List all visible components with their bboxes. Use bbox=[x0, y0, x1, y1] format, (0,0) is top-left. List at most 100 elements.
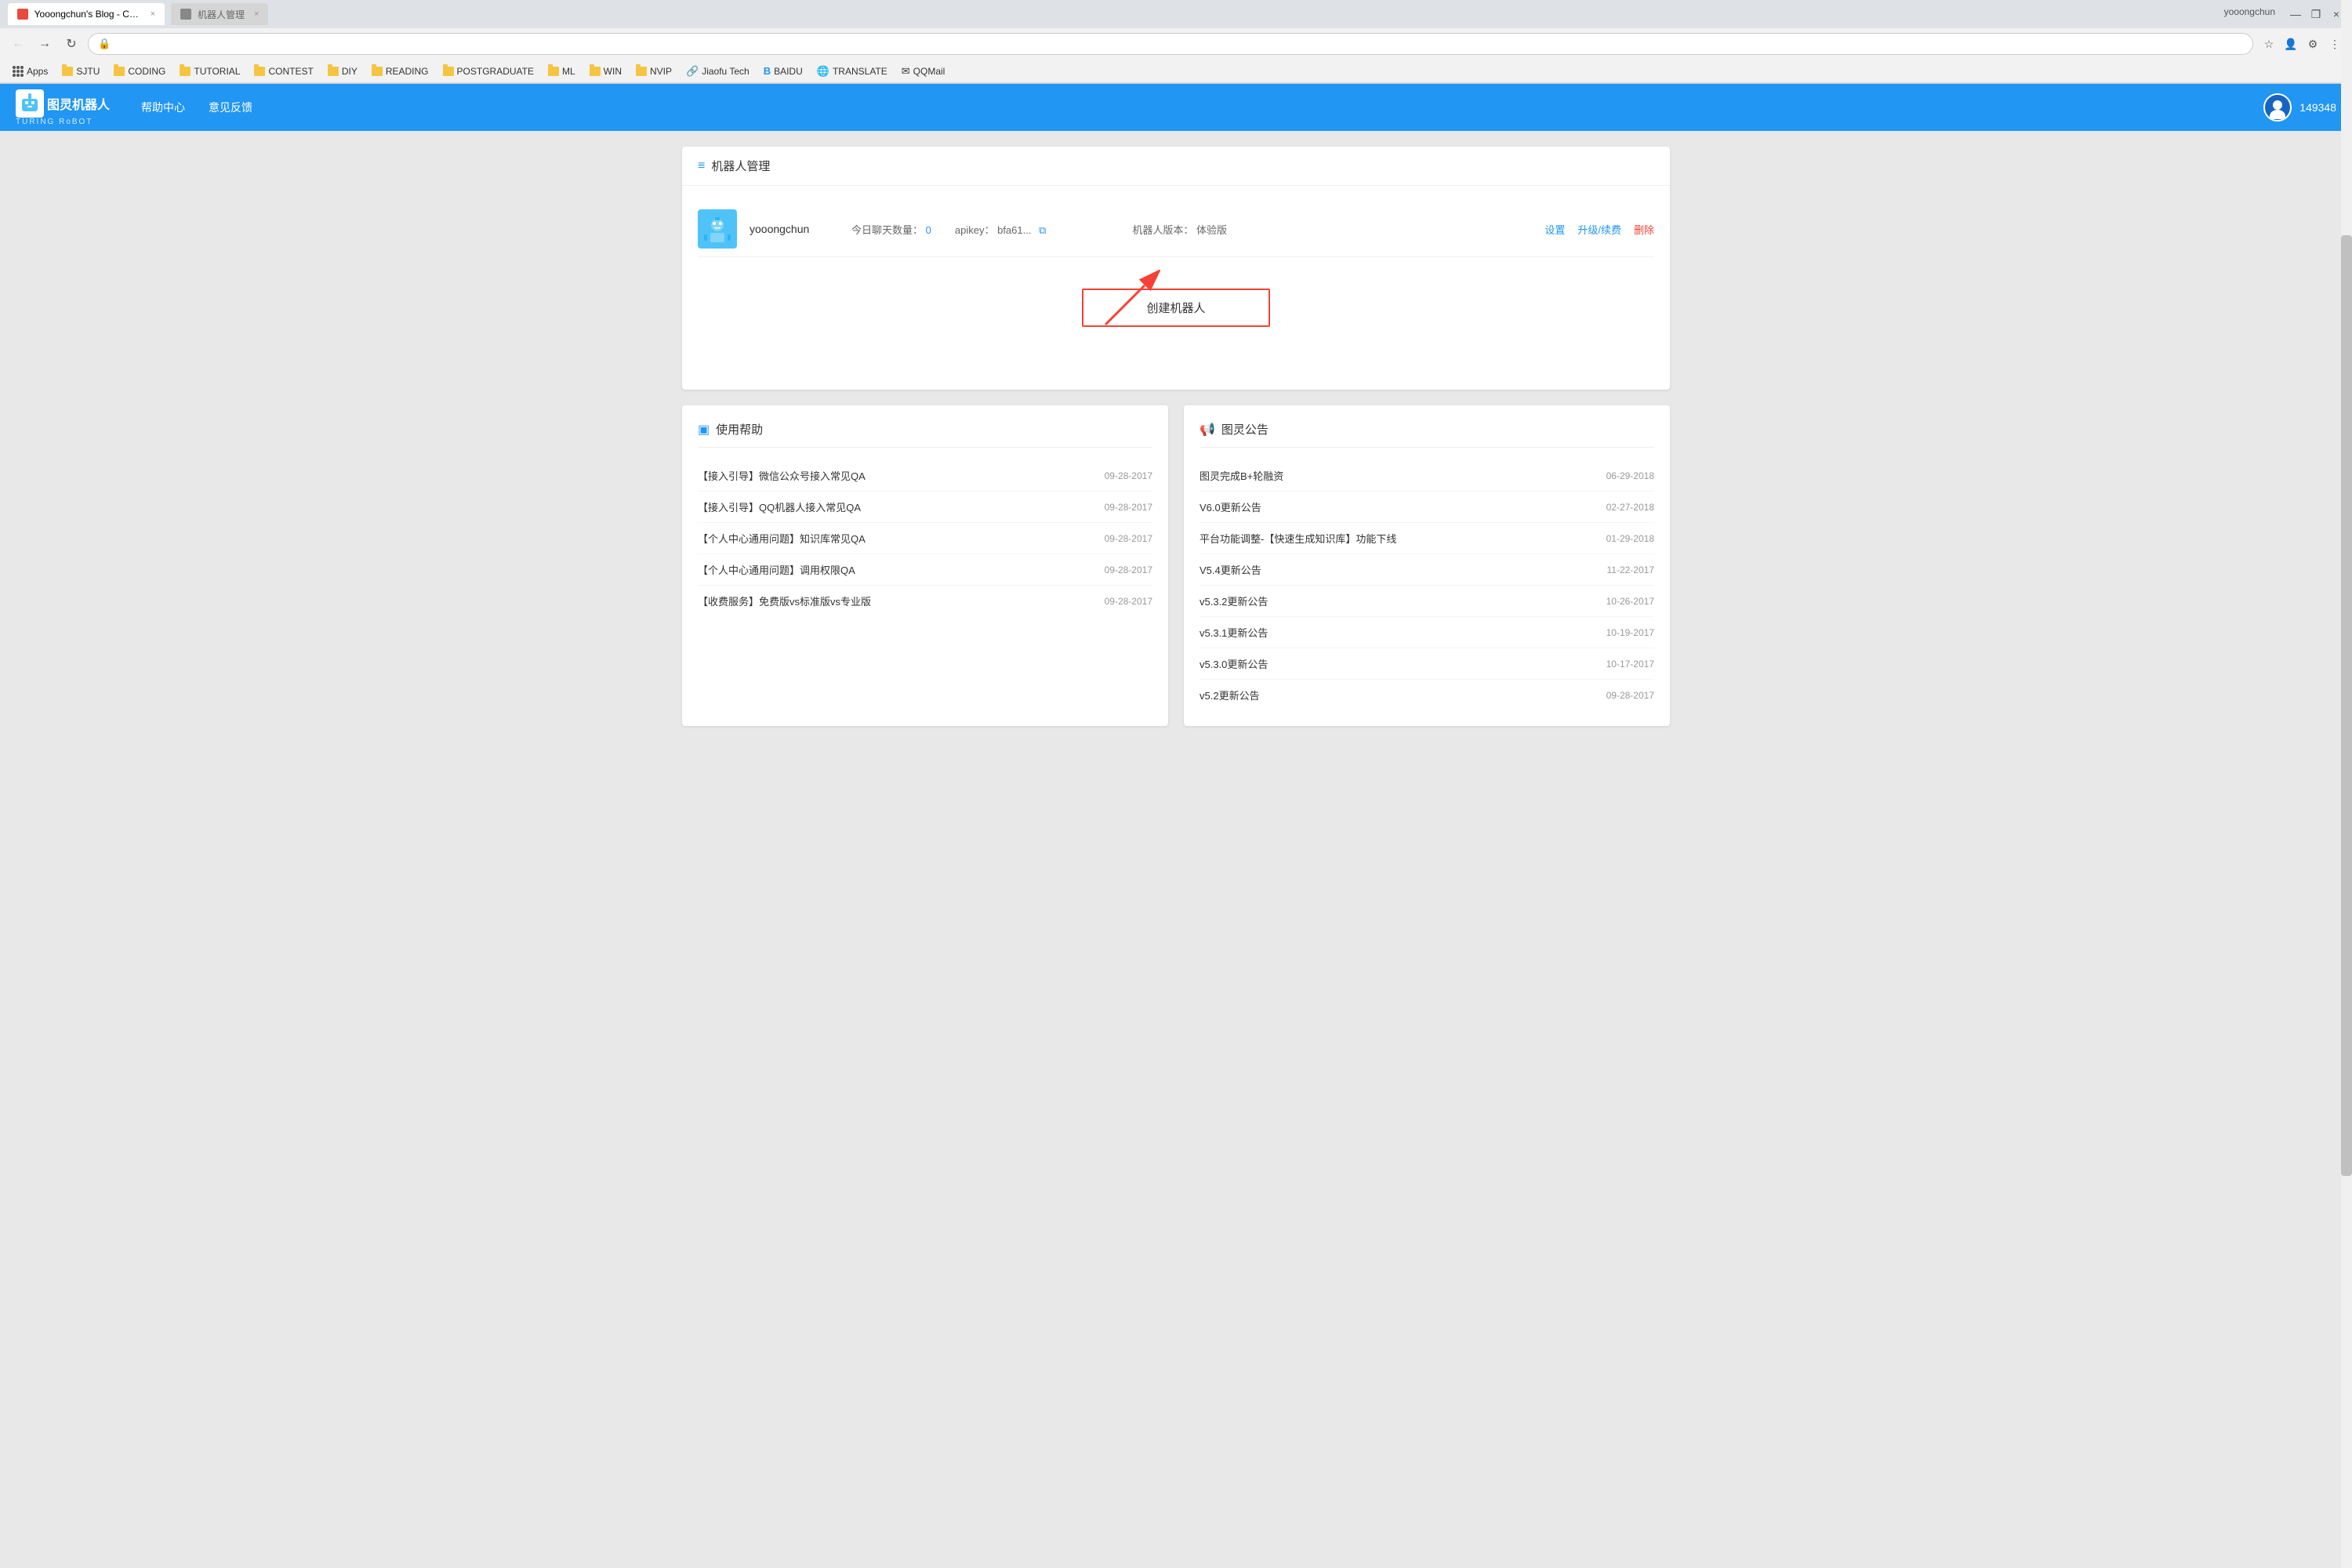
bookmark-win[interactable]: WIN bbox=[583, 64, 628, 78]
folder-icon bbox=[62, 67, 73, 76]
news-title: v5.3.1更新公告 bbox=[1200, 625, 1594, 640]
help-panel-icon: ▣ bbox=[698, 422, 710, 437]
extensions-icon[interactable]: ⚙ bbox=[2303, 34, 2322, 53]
bookmark-ml-label: ML bbox=[562, 66, 575, 77]
news-title: 【接入引导】QQ机器人接入常见QA bbox=[698, 499, 1092, 514]
minimize-button[interactable]: — bbox=[2288, 6, 2303, 22]
folder-icon-4 bbox=[254, 67, 265, 76]
reload-button[interactable]: ↻ bbox=[61, 34, 82, 54]
bookmark-tutorial[interactable]: TUTORIAL bbox=[173, 64, 246, 78]
bookmark-contest[interactable]: CONTEST bbox=[248, 64, 319, 78]
url-input[interactable]: www.tuling123.com/member/robot/index.jht… bbox=[115, 38, 2243, 50]
browser-toolbar: ← → ↻ 🔒 www.tuling123.com/member/robot/i… bbox=[0, 28, 2352, 60]
bookmark-qqmail[interactable]: ✉ QQMail bbox=[895, 64, 952, 79]
bookmark-nvip-label: NVIP bbox=[650, 66, 672, 77]
list-item[interactable]: v5.2更新公告 09-28-2017 bbox=[1200, 680, 1654, 710]
list-item[interactable]: 平台功能调整-【快速生成知识库】功能下线 01-29-2018 bbox=[1200, 523, 1654, 554]
announcement-panel-title: 图灵公告 bbox=[1221, 421, 1269, 437]
nav-feedback[interactable]: 意见反馈 bbox=[209, 100, 252, 115]
list-item[interactable]: 【接入引导】微信公众号接入常见QA 09-28-2017 bbox=[698, 460, 1152, 492]
bookmark-postgraduate-label: POSTGRADUATE bbox=[457, 66, 534, 77]
nav-help[interactable]: 帮助中心 bbox=[141, 100, 185, 115]
logo-icon bbox=[16, 89, 44, 118]
logo-text: 图灵机器人 bbox=[47, 94, 110, 113]
bookmark-sjtu[interactable]: SJTU bbox=[56, 64, 106, 78]
help-panel-title: 使用帮助 bbox=[716, 421, 763, 437]
robot-svg-icon bbox=[17, 91, 42, 116]
tab-close-button-2[interactable]: × bbox=[254, 9, 259, 19]
bookmark-apps[interactable]: Apps bbox=[6, 64, 54, 78]
bookmark-postgraduate[interactable]: POSTGRADUATE bbox=[437, 64, 540, 78]
logo-sub: TURING RoBOT bbox=[16, 118, 93, 126]
inactive-tab[interactable]: 机器人管理 × bbox=[171, 3, 268, 25]
address-bar[interactable]: 🔒 www.tuling123.com/member/robot/index.j… bbox=[88, 33, 2253, 55]
list-item[interactable]: v5.3.2更新公告 10-26-2017 bbox=[1200, 586, 1654, 617]
news-date: 02-27-2018 bbox=[1606, 502, 1654, 513]
bookmark-nvip[interactable]: NVIP bbox=[630, 64, 678, 78]
panel-header-icon: ≡ bbox=[698, 159, 705, 173]
star-icon[interactable]: ☆ bbox=[2259, 34, 2278, 53]
settings-link[interactable]: 设置 bbox=[1544, 222, 1565, 237]
folder-icon-8 bbox=[548, 67, 559, 76]
news-title: 【个人中心通用问题】知识库常见QA bbox=[698, 531, 1092, 546]
active-tab[interactable]: Yooongchun's Blog - CS... × bbox=[8, 3, 165, 25]
site-logo: 图灵机器人 TURING RoBOT bbox=[16, 89, 110, 126]
news-date: 10-19-2017 bbox=[1606, 627, 1654, 638]
news-title: 【接入引导】微信公众号接入常见QA bbox=[698, 468, 1092, 483]
news-date: 11-22-2017 bbox=[1607, 564, 1655, 575]
news-date: 09-28-2017 bbox=[1105, 470, 1152, 481]
announcement-icon: 📢 bbox=[1200, 422, 1215, 437]
header-user: 149348 bbox=[2263, 93, 2336, 122]
tab-label: Yooongchun's Blog - CS... bbox=[34, 9, 141, 20]
news-date: 09-28-2017 bbox=[1606, 690, 1654, 701]
news-title: 【个人中心通用问题】调用权限QA bbox=[698, 562, 1092, 577]
site-header: 图灵机器人 TURING RoBOT 帮助中心 意见反馈 149348 bbox=[0, 84, 2352, 131]
panel-title: 机器人管理 bbox=[711, 158, 770, 174]
news-title: v5.3.2更新公告 bbox=[1200, 593, 1594, 608]
upgrade-link[interactable]: 升级/续费 bbox=[1577, 222, 1621, 237]
bookmark-reading[interactable]: READING bbox=[365, 64, 435, 78]
scrollbar[interactable] bbox=[2341, 0, 2352, 1568]
list-item[interactable]: 【个人中心通用问题】知识库常见QA 09-28-2017 bbox=[698, 523, 1152, 554]
maximize-button[interactable]: ❐ bbox=[2308, 6, 2324, 22]
bookmark-baidu-label: BAIDU bbox=[774, 66, 803, 77]
window-controls: yooongchun — ❐ × bbox=[2224, 6, 2344, 22]
bookmark-jiaofu[interactable]: 🔗 Jiaofu Tech bbox=[680, 64, 756, 79]
folder-icon-3 bbox=[180, 67, 191, 76]
back-button[interactable]: ← bbox=[8, 34, 28, 54]
bookmark-diy-label: DIY bbox=[342, 66, 358, 77]
list-item[interactable]: V6.0更新公告 02-27-2018 bbox=[1200, 492, 1654, 523]
news-title: V6.0更新公告 bbox=[1200, 499, 1594, 514]
list-item[interactable]: 【接入引导】QQ机器人接入常见QA 09-28-2017 bbox=[698, 492, 1152, 523]
bookmark-baidu[interactable]: B BAIDU bbox=[757, 64, 809, 78]
lock-icon: 🔒 bbox=[98, 38, 111, 50]
copy-apikey-button[interactable]: ⧉ bbox=[1039, 224, 1046, 236]
bookmark-coding[interactable]: CODING bbox=[107, 64, 172, 78]
announcement-list: 图灵完成B+轮融资 06-29-2018 V6.0更新公告 02-27-2018… bbox=[1200, 460, 1654, 710]
robot-avatar bbox=[698, 209, 737, 249]
list-item[interactable]: 【个人中心通用问题】调用权限QA 09-28-2017 bbox=[698, 554, 1152, 586]
robot-row: yooongchun 今日聊天数量： 0 apikey： bfa61... ⧉ … bbox=[698, 201, 1654, 257]
bookmark-translate[interactable]: 🌐 TRANSLATE bbox=[811, 64, 894, 79]
list-item[interactable]: v5.3.0更新公告 10-17-2017 bbox=[1200, 648, 1654, 680]
bookmark-ml[interactable]: ML bbox=[542, 64, 582, 78]
list-item[interactable]: 图灵完成B+轮融资 06-29-2018 bbox=[1200, 460, 1654, 492]
folder-icon-9 bbox=[590, 67, 601, 76]
scrollbar-thumb[interactable] bbox=[2341, 235, 2352, 1176]
list-item[interactable]: 【收费服务】免费版vs标准版vs专业版 09-28-2017 bbox=[698, 586, 1152, 616]
bookmark-diy[interactable]: DIY bbox=[321, 64, 364, 78]
delete-link[interactable]: 删除 bbox=[1634, 222, 1654, 237]
list-item[interactable]: V5.4更新公告 11-22-2017 bbox=[1200, 554, 1654, 586]
news-date: 10-26-2017 bbox=[1606, 596, 1654, 607]
help-panel-header: ▣ 使用帮助 bbox=[698, 421, 1152, 448]
browser-titlebar: Yooongchun's Blog - CS... × 机器人管理 × yooo… bbox=[0, 0, 2352, 28]
robot-apikey: apikey： bfa61... ⧉ bbox=[955, 222, 1047, 237]
profile-icon[interactable]: 👤 bbox=[2281, 34, 2300, 53]
bookmark-sjtu-label: SJTU bbox=[76, 66, 100, 77]
tab-close-button[interactable]: × bbox=[151, 9, 155, 19]
forward-button[interactable]: → bbox=[34, 34, 55, 54]
robot-management-panel: ≡ 机器人管理 bbox=[682, 147, 1670, 390]
list-item[interactable]: v5.3.1更新公告 10-19-2017 bbox=[1200, 617, 1654, 648]
arrow-annotation bbox=[1098, 270, 1160, 335]
tab-label-2: 机器人管理 bbox=[198, 8, 245, 21]
